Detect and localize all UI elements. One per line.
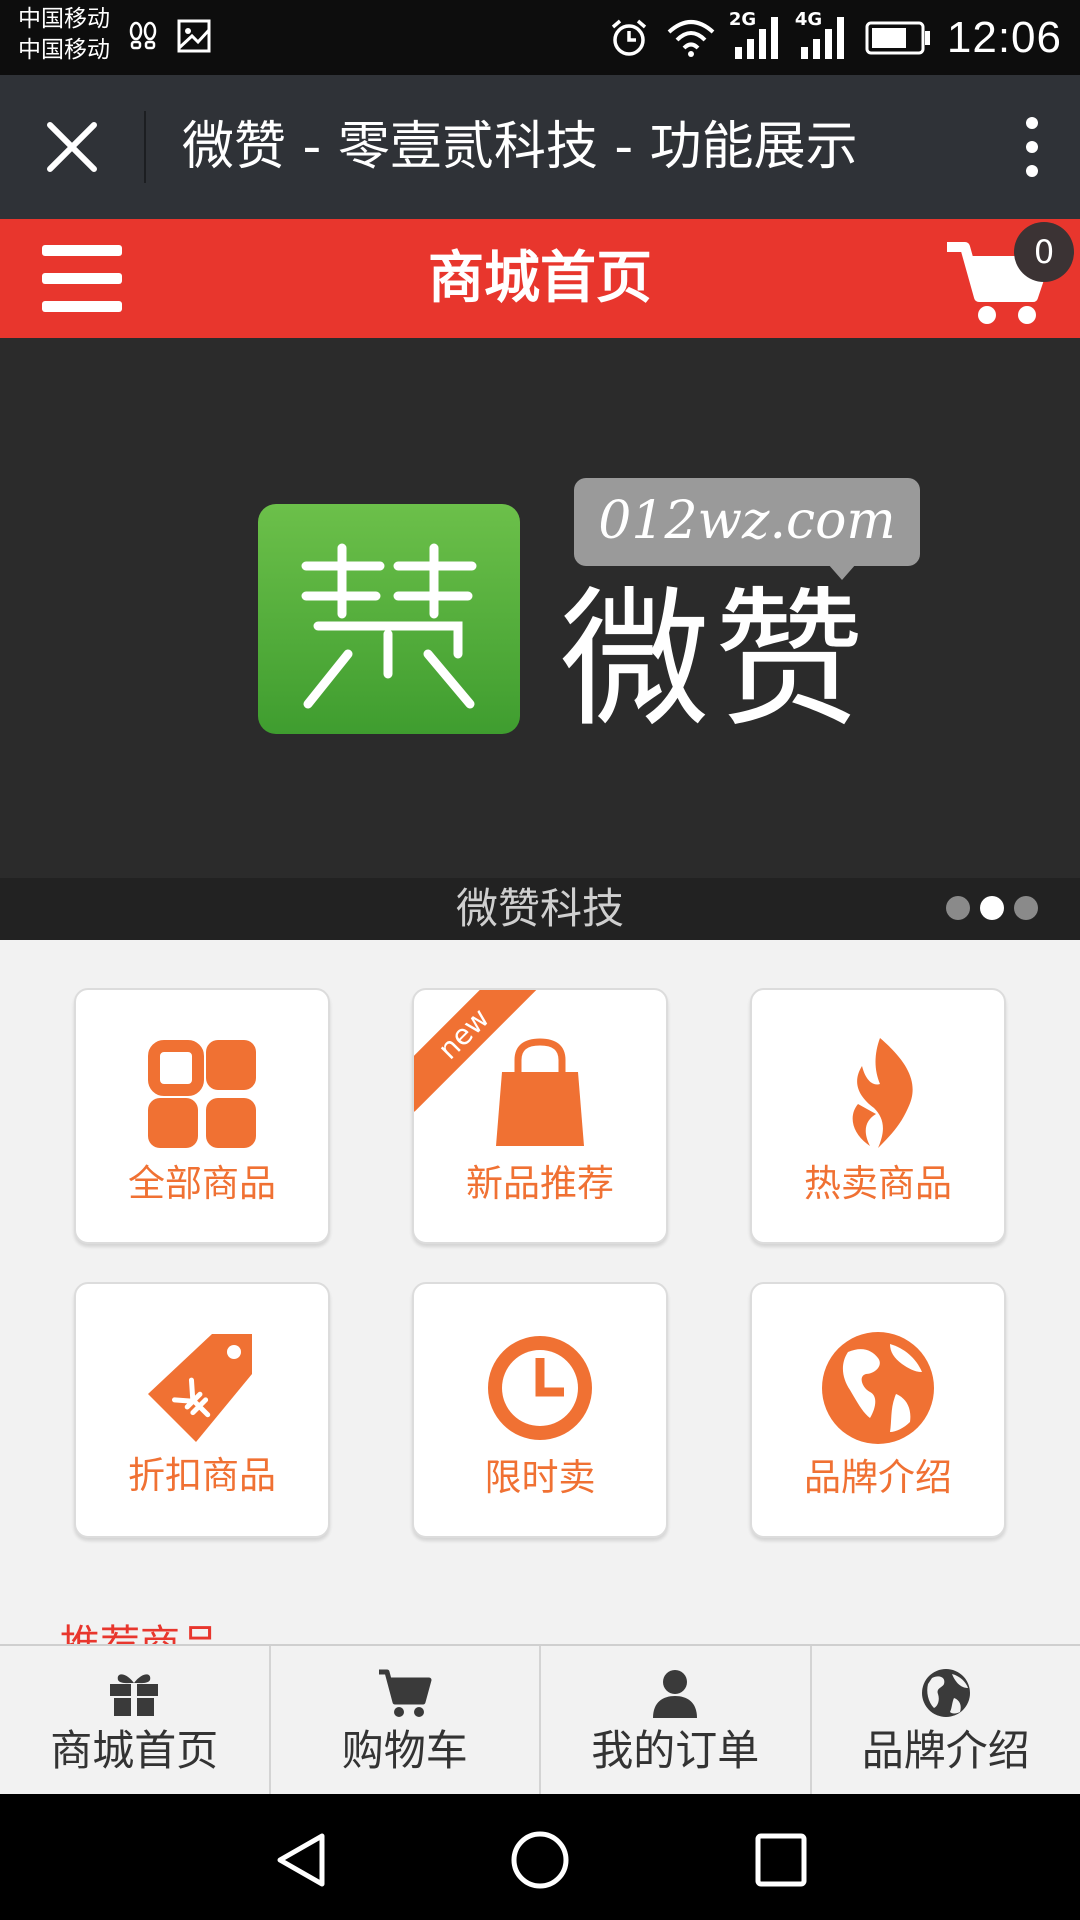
carousel-dot[interactable] xyxy=(1014,896,1038,920)
back-icon[interactable] xyxy=(272,1830,328,1890)
carrier-info: 中国移动 中国移动 xyxy=(18,4,110,66)
nav-label: 品牌介绍 xyxy=(861,1726,1030,1775)
logo-square xyxy=(258,504,520,734)
domain-text: 012wz.com xyxy=(598,491,896,551)
clock-time: 12:06 xyxy=(946,13,1062,62)
globe-icon xyxy=(921,1669,970,1717)
tile-label: 限时卖 xyxy=(484,1456,596,1499)
status-bar: 中国移动 中国移动 2G 4G 12:06 xyxy=(0,0,1080,75)
tile-all-products[interactable]: 全部商品 xyxy=(74,988,330,1244)
clock-icon xyxy=(488,1336,592,1440)
signal-2g: 2G xyxy=(729,9,783,61)
cart-icon xyxy=(378,1669,432,1717)
tile-discount-products[interactable]: 折扣商品 xyxy=(74,1282,330,1538)
close-icon[interactable] xyxy=(40,115,104,179)
home-icon[interactable] xyxy=(510,1830,570,1890)
tile-label: 热卖商品 xyxy=(804,1162,952,1205)
nav-brand[interactable]: 品牌介绍 xyxy=(812,1646,1080,1794)
nav-cart[interactable]: 购物车 xyxy=(271,1646,541,1794)
carousel-indicators xyxy=(946,896,1038,920)
page-title: 微赞 - 零壹贰科技 - 功能展示 xyxy=(182,117,858,177)
nav-label: 我的订单 xyxy=(591,1726,760,1775)
battery-icon xyxy=(865,21,930,55)
carrier-2: 中国移动 xyxy=(18,37,110,63)
more-options-icon[interactable] xyxy=(1020,115,1044,179)
tile-flash-sale[interactable]: 限时卖 xyxy=(412,1282,668,1538)
domain-bubble: 012wz.com xyxy=(574,478,920,566)
gift-icon xyxy=(110,1674,159,1716)
system-navigation-bar xyxy=(0,1794,1080,1920)
status-right: 2G 4G 12:06 xyxy=(609,9,1062,66)
banner-carousel[interactable]: 012wz.com 微赞 xyxy=(0,338,1080,878)
cart-count-badge: 0 xyxy=(1014,222,1074,282)
shop-title: 商城首页 xyxy=(428,246,652,311)
bottom-navigation: 商城首页 购物车 我的订单 品牌介绍 xyxy=(0,1644,1080,1794)
user-icon xyxy=(653,1670,698,1718)
tile-label: 新品推荐 xyxy=(466,1162,614,1205)
network-2g-label: 2G xyxy=(728,9,757,30)
carousel-dot[interactable] xyxy=(946,896,970,920)
banner-caption-bar: 微赞科技 xyxy=(0,878,1080,940)
shop-header: 商城首页 xyxy=(0,219,1080,338)
image-icon xyxy=(177,19,211,53)
carousel-dot-active[interactable] xyxy=(980,896,1004,920)
logo-wordmark: 微赞 xyxy=(559,574,868,748)
tile-brand-intro[interactable]: 品牌介绍 xyxy=(750,1282,1006,1538)
zan-logo-icon xyxy=(301,543,477,709)
nav-orders[interactable]: 我的订单 xyxy=(541,1646,812,1794)
tile-hot-products[interactable]: 热卖商品 xyxy=(750,988,1006,1244)
flame-icon xyxy=(852,1038,913,1148)
network-4g-label: 4G xyxy=(794,9,823,30)
category-grid: 全部商品 新品推荐 new 热卖商品 折扣商品 限时卖 品牌介绍 xyxy=(0,940,1080,1668)
recent-apps-icon[interactable] xyxy=(754,1832,808,1888)
wifi-icon xyxy=(667,20,715,57)
footprint-icon xyxy=(129,21,157,50)
carrier-1: 中国移动 xyxy=(18,6,110,32)
browser-title-bar: 微赞 - 零壹贰科技 - 功能展示 xyxy=(0,75,1080,219)
globe-icon xyxy=(822,1332,934,1444)
nav-label: 商城首页 xyxy=(50,1726,219,1775)
title-divider xyxy=(144,111,146,183)
price-tag-icon xyxy=(148,1334,252,1442)
tile-new-products[interactable]: 新品推荐 new xyxy=(412,988,668,1244)
nav-label: 购物车 xyxy=(341,1726,468,1775)
banner-caption: 微赞科技 xyxy=(455,884,624,933)
tile-label: 全部商品 xyxy=(128,1162,276,1205)
shopping-bag-icon xyxy=(496,1038,584,1146)
tile-label: 品牌介绍 xyxy=(804,1456,952,1499)
tile-label: 折扣商品 xyxy=(128,1454,276,1497)
signal-4g: 4G xyxy=(795,9,849,61)
alarm-icon xyxy=(611,19,647,56)
grid-icon xyxy=(148,1040,256,1148)
nav-home[interactable]: 商城首页 xyxy=(0,1646,271,1794)
